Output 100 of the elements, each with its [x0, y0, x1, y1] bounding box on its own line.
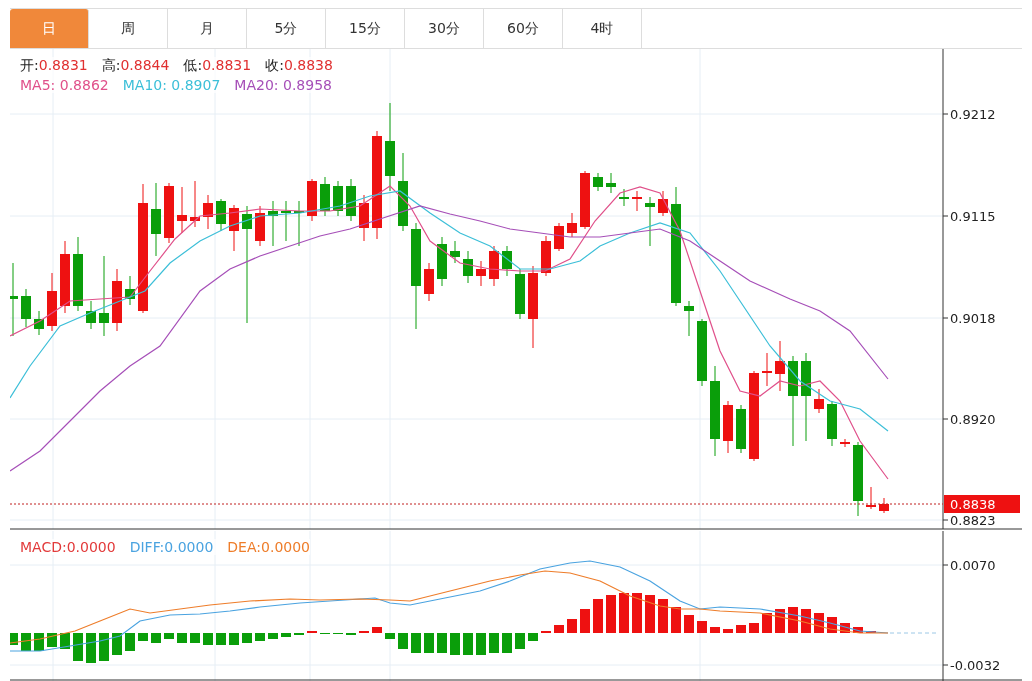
- candlestick: [255, 205, 265, 247]
- macd-bar: [580, 609, 590, 633]
- macd-bar: [645, 595, 655, 633]
- candlestick: [125, 275, 135, 306]
- ma-legend: MA10: 0.8907: [122, 77, 221, 93]
- candlestick: [320, 176, 330, 217]
- macd-bar: [424, 633, 434, 653]
- quote-label: 开:: [20, 57, 39, 75]
- candlestick: [645, 196, 655, 247]
- macd-bar: [658, 599, 668, 633]
- candlestick: [697, 318, 707, 387]
- macd-bar: [684, 615, 694, 633]
- candlestick: [281, 200, 291, 242]
- macd-bar: [10, 633, 18, 645]
- macd-bar: [593, 599, 603, 633]
- quote-value: 0.8838: [283, 57, 333, 75]
- candlestick: [502, 245, 512, 277]
- price-axis-label: 0.9212: [942, 107, 996, 122]
- candlestick: [307, 178, 317, 222]
- macd-bar: [567, 619, 577, 633]
- macd-value: 0.0000: [66, 539, 116, 555]
- macd-bar: [671, 607, 681, 633]
- candlestick: [268, 200, 278, 247]
- candlestick: [632, 190, 642, 212]
- quote-value: 0.8831: [38, 57, 88, 75]
- macd-value: 0.0000: [164, 539, 214, 555]
- candlestick: [827, 400, 837, 447]
- candlestick: [177, 186, 187, 234]
- candlestick: [567, 212, 577, 238]
- macd-bar: [502, 633, 512, 653]
- macd-bar: [21, 633, 31, 651]
- candlestick: [684, 300, 694, 337]
- candlestick: [424, 262, 434, 302]
- macd-axis-label: -0.0032: [942, 658, 1001, 673]
- macd-bar: [840, 623, 850, 633]
- candlestick: [775, 340, 785, 392]
- macd-bar: [99, 633, 109, 661]
- candlestick: [658, 190, 668, 217]
- macd-bar: [242, 633, 252, 643]
- candlestick: [450, 240, 460, 264]
- macd-bar: [788, 607, 798, 633]
- macd-bar: [528, 633, 538, 641]
- candlestick: [814, 388, 824, 414]
- macd-bar: [736, 625, 746, 633]
- macd-bar: [229, 633, 239, 645]
- macd-bar: [268, 633, 278, 639]
- macd-label: MACD:: [20, 539, 67, 555]
- macd-bar: [34, 633, 44, 651]
- macd-bar: [138, 633, 148, 641]
- macd-bar: [489, 633, 499, 653]
- macd-bar: [190, 633, 200, 643]
- macd-bar: [203, 633, 213, 645]
- quote-value: 0.8831: [202, 57, 252, 75]
- current-price-tag: 0.8838: [944, 495, 1020, 513]
- macd-bar: [775, 609, 785, 633]
- macd-bar: [398, 633, 408, 649]
- macd-bar: [762, 613, 772, 633]
- quote-label: 高:: [101, 57, 121, 75]
- macd-bar: [73, 633, 83, 661]
- macd-bar: [827, 617, 837, 633]
- macd-bar: [450, 633, 460, 655]
- quote-label: 低:: [183, 57, 203, 75]
- macd-bar: [463, 633, 473, 655]
- macd-bar: [372, 627, 382, 633]
- macd-bar: [697, 621, 707, 633]
- ma-legend: MA5: 0.8862: [20, 77, 109, 93]
- candlestick: [476, 260, 486, 287]
- candlestick: [346, 178, 356, 222]
- macd-bar: [411, 633, 421, 653]
- candlestick: [723, 400, 733, 454]
- macd-bar: [632, 593, 642, 633]
- quote-label: 收:: [265, 57, 284, 75]
- price-axis-label: 0.8823: [942, 513, 996, 528]
- macd-bar: [853, 627, 863, 633]
- candlestick: [866, 486, 876, 510]
- macd-bar: [385, 633, 395, 639]
- candlestick: [229, 204, 239, 252]
- quote-value: 0.8844: [120, 57, 170, 75]
- macd-label: DIFF:: [129, 539, 165, 555]
- macd-bar: [710, 627, 720, 633]
- candlestick: [164, 182, 174, 244]
- candlestick: [21, 288, 31, 328]
- macd-bar: [801, 609, 811, 633]
- macd-bar: [255, 633, 265, 641]
- candlestick: [190, 180, 200, 228]
- candlestick: [359, 194, 369, 242]
- candlestick: [112, 268, 122, 332]
- candlestick: [580, 170, 590, 230]
- macd-bar: [177, 633, 187, 643]
- ma-legend: MA20: 0.8958: [234, 77, 332, 93]
- macd-bar: [814, 613, 824, 633]
- macd-bar: [723, 629, 733, 633]
- macd-bar: [437, 633, 447, 653]
- candlestick: [736, 404, 746, 454]
- candlestick: [541, 235, 551, 277]
- candlestick: [34, 310, 44, 336]
- candlestick: [333, 180, 343, 217]
- macd-bar: [515, 633, 525, 649]
- price-axis-label: 0.9115: [942, 209, 996, 224]
- macd-bar: [60, 633, 70, 649]
